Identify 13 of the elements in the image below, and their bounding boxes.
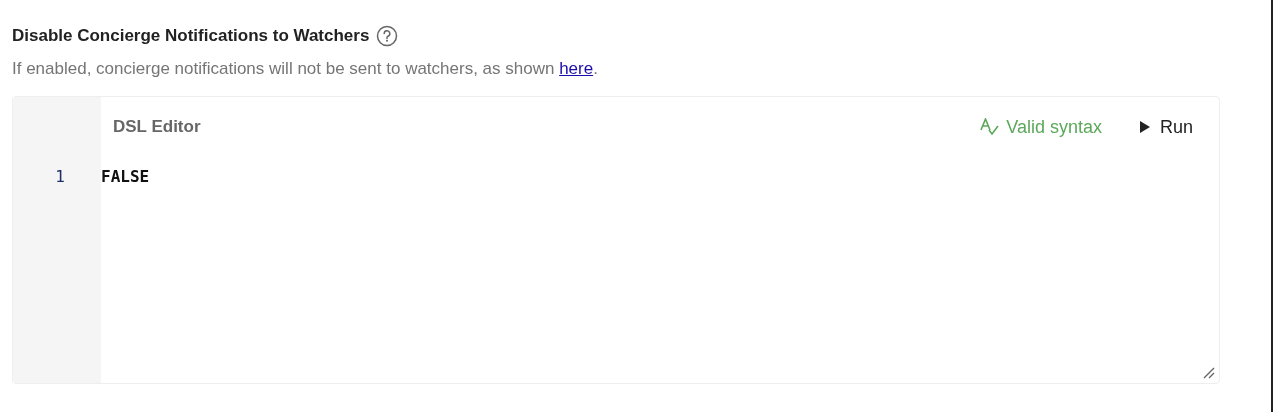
editor-title: DSL Editor <box>113 117 202 137</box>
resize-handle-icon[interactable] <box>1203 367 1215 379</box>
line-number: 1 <box>54 166 66 188</box>
setting-title: Disable Concierge Notifications to Watchers <box>12 26 370 46</box>
help-icon[interactable] <box>376 25 399 47</box>
here-link[interactable]: here <box>559 59 594 78</box>
code-line: FALSE <box>101 166 151 188</box>
syntax-status: Valid syntax <box>980 116 1102 138</box>
setting-description: If enabled, concierge notifications will not be sent to watchers, as shown here. <box>12 58 599 80</box>
spellcheck-icon <box>980 118 1001 136</box>
code-editor[interactable]: 1 DSL Editor Valid syntax Run FALSE <box>12 96 1220 384</box>
play-icon <box>1139 121 1150 133</box>
run-button[interactable]: Run <box>1139 116 1193 138</box>
